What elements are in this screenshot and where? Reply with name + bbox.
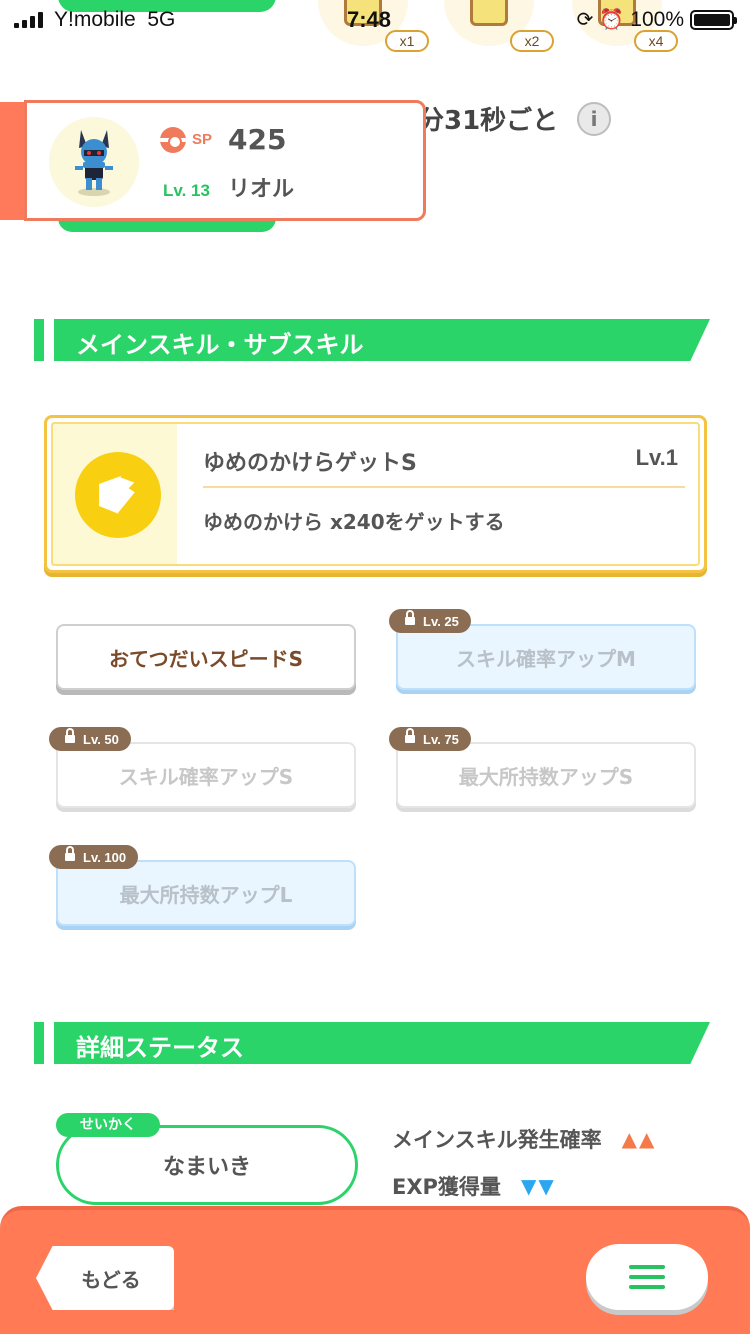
up-stat-label: メインスキル発生確率 [392, 1128, 602, 1152]
divider [203, 486, 685, 488]
section-title: メインスキル・サブスキル [76, 331, 364, 359]
nature-down-stat: EXP獲得量 ▼▼ [392, 1171, 556, 1201]
sp-label: SP [192, 131, 213, 148]
bottom-nav: もどる [0, 1206, 750, 1334]
signal-icon [14, 12, 43, 28]
unlock-level-badge: Lv. 75 [389, 727, 471, 751]
sub-skill-label: 最大所持数アップL [119, 882, 293, 907]
sub-skill-button-locked[interactable]: スキル確率アップS [56, 742, 356, 808]
main-skill-card[interactable]: ゆめのかけらゲットS Lv.1 ゆめのかけら x240をゲットする [44, 415, 707, 573]
sub-skill-label: スキル確率アップS [118, 764, 294, 789]
hamburger-icon [629, 1265, 665, 1289]
section-title: 詳細ステータス [76, 1034, 244, 1062]
rotation-lock-icon: ⟳ [576, 9, 594, 31]
nature-pill[interactable]: なまいき [56, 1125, 358, 1205]
back-label: もどる [81, 1267, 141, 1292]
back-button[interactable]: もどる [36, 1246, 174, 1310]
sub-skill-label: スキル確率アップM [456, 646, 636, 671]
nature-tag: せいかく [56, 1113, 160, 1137]
nature-value: なまいき [162, 1155, 251, 1180]
main-skill-description: ゆめのかけら x240をゲットする [203, 510, 505, 534]
menu-button[interactable] [586, 1244, 708, 1310]
lock-icon [65, 846, 75, 863]
nature-up-stat: メインスキル発生確率 ▲▲ [392, 1124, 656, 1154]
carrier-label: Y!mobile 5G [54, 8, 176, 31]
main-skill-name: ゆめのかけらゲットS [203, 451, 417, 476]
battery-percent: 100% [630, 7, 684, 31]
pokemon-level: Lv. 13 [163, 181, 210, 200]
pokemon-header-card[interactable]: SP 425 Lv. 13 リオル [24, 100, 426, 221]
down-stat-label: EXP獲得量 [392, 1175, 501, 1199]
riolu-icon [75, 130, 113, 196]
pokemon-name: リオル [227, 177, 294, 202]
main-skill-level: Lv.1 [635, 445, 678, 470]
up-arrows-icon: ▲▲ [621, 1127, 657, 1151]
section-header-skills: メインスキル・サブスキル [34, 319, 710, 361]
info-icon[interactable]: i [577, 102, 611, 136]
sp-value: 425 [228, 123, 287, 156]
clock: 7:48 [347, 7, 392, 32]
status-bar: Y!mobile 5G 7:48 ⟳ ⏰ 100% [0, 0, 750, 40]
lock-icon [65, 728, 75, 745]
pokemon-avatar [49, 117, 139, 207]
unlock-level-badge: Lv. 100 [49, 845, 139, 869]
down-arrows-icon: ▼▼ [520, 1174, 556, 1198]
lock-icon [405, 728, 415, 745]
interval-text: 分31秒ごと [418, 106, 559, 136]
unlock-level-badge: Lv. 25 [389, 609, 471, 633]
sub-skill-button-locked[interactable]: 最大所持数アップS [396, 742, 696, 808]
sub-skill-button-locked[interactable]: スキル確率アップM [396, 624, 696, 690]
unlock-level-badge: Lv. 50 [49, 727, 131, 751]
sub-skill-button[interactable]: おてつだいスピードS [56, 624, 356, 690]
lock-icon [405, 610, 415, 627]
sub-skill-button-locked[interactable]: 最大所持数アップL [56, 860, 356, 926]
sub-skill-label: おてつだいスピードS [108, 646, 303, 671]
battery-icon [690, 9, 737, 30]
pokeball-icon [160, 126, 186, 153]
section-header-details: 詳細ステータス [34, 1022, 710, 1064]
sub-skill-label: 最大所持数アップS [458, 764, 634, 789]
alarm-icon: ⏰ [599, 9, 625, 31]
